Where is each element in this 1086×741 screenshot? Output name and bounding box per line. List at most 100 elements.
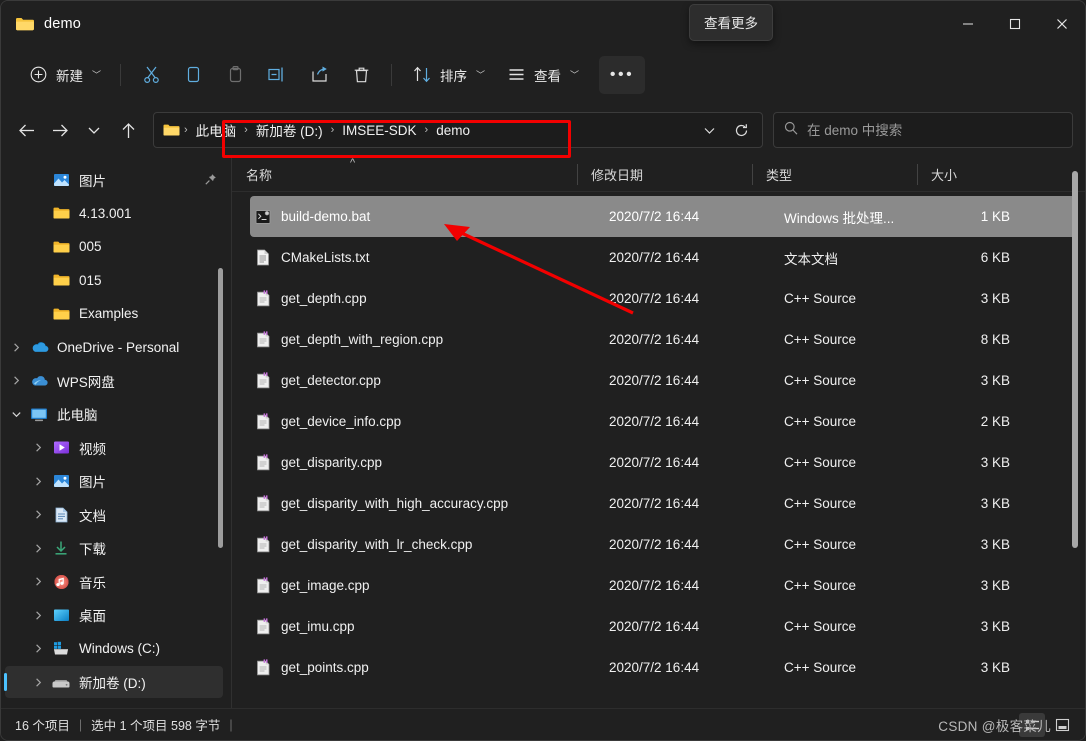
chevron-right-icon[interactable] <box>27 476 49 487</box>
back-button[interactable] <box>9 113 43 147</box>
breadcrumb-separator[interactable]: › <box>242 124 250 136</box>
file-size-cell: 3 KB <box>980 291 1010 306</box>
share-button[interactable] <box>298 57 340 93</box>
sidebar-item-6[interactable]: WPS网盘 <box>5 365 223 397</box>
search-input[interactable] <box>807 122 1062 138</box>
sidebar-item-14[interactable]: Windows (C:) <box>5 633 223 665</box>
table-row[interactable]: CMakeLists.txt 2020/7/2 16:44 文本文档 6 KB <box>250 237 1077 278</box>
maximize-button[interactable] <box>991 1 1038 47</box>
file-name-label: get_points.cpp <box>281 660 369 675</box>
table-row[interactable]: get_disparity_with_high_accuracy.cpp 2020… <box>250 483 1077 524</box>
table-row[interactable]: get_disparity_with_lr_check.cpp 2020/7/2 … <box>250 524 1077 565</box>
table-row[interactable]: get_points.cpp 2020/7/2 16:44 C++ Source 3 … <box>250 647 1077 688</box>
new-button[interactable]: 新建 ﹀ <box>17 57 111 93</box>
file-type-cell: Windows 批处理... <box>784 210 895 226</box>
chevron-right-icon[interactable] <box>27 677 49 688</box>
chevron-right-icon[interactable] <box>5 375 27 386</box>
breadcrumb-separator[interactable]: › <box>423 124 431 136</box>
table-row[interactable]: get_image.cpp 2020/7/2 16:44 C++ Source 3 K… <box>250 565 1077 606</box>
column-header-date[interactable]: 修改日期 <box>577 158 752 191</box>
file-name-label: get_depth.cpp <box>281 291 367 306</box>
file-date-cell: 2020/7/2 16:44 <box>609 619 700 634</box>
chevron-right-icon[interactable] <box>27 610 49 621</box>
chevron-right-icon[interactable] <box>27 576 49 587</box>
file-list-scrollbar-thumb[interactable] <box>1072 171 1078 548</box>
chevron-right-icon[interactable] <box>5 342 27 353</box>
sidebar-item-7[interactable]: 此电脑 <box>5 398 223 430</box>
column-header-name[interactable]: ^ 名称 <box>232 157 577 191</box>
cpp-file-icon <box>254 454 272 471</box>
sidebar-item-1[interactable]: 4.13.001 <box>5 197 223 229</box>
column-header-type[interactable]: 类型 <box>752 158 917 191</box>
sidebar-item-4[interactable]: Examples <box>5 298 223 330</box>
sidebar-item-label: 新加卷 (D:) <box>79 676 146 691</box>
chevron-right-icon[interactable] <box>27 509 49 520</box>
rename-button[interactable] <box>256 57 298 93</box>
sidebar-item-15[interactable]: 新加卷 (D:) <box>4 666 223 698</box>
forward-button[interactable] <box>43 113 77 147</box>
file-name-cell: get_depth.cpp <box>250 290 595 307</box>
table-row[interactable]: get_depth.cpp 2020/7/2 16:44 C++ Source 3 K… <box>250 278 1077 319</box>
breadcrumb-item-0[interactable]: 此电脑 <box>190 117 243 143</box>
command-bar: 新建 ﹀ 排序 ﹀ 查看 ﹀ ••• <box>1 47 1085 102</box>
pin-icon[interactable] <box>204 173 217 186</box>
table-row[interactable]: get_imu.cpp 2020/7/2 16:44 C++ Source 3 KB <box>250 606 1077 647</box>
sort-button[interactable]: 排序 ﹀ <box>401 57 495 93</box>
sidebar-item-2[interactable]: 005 <box>5 231 223 263</box>
table-row[interactable]: get_disparity.cpp 2020/7/2 16:44 C++ Sourc… <box>250 442 1077 483</box>
minimize-button[interactable] <box>944 1 991 47</box>
file-date-cell: 2020/7/2 16:44 <box>609 250 700 265</box>
sidebar-scrollbar-thumb[interactable] <box>218 268 223 548</box>
large-icons-view-icon[interactable] <box>1049 713 1075 737</box>
refresh-icon[interactable] <box>726 115 756 145</box>
chevron-down-icon[interactable] <box>694 115 724 145</box>
cpp-file-icon <box>254 577 272 594</box>
table-row[interactable]: get_depth_with_region.cpp 2020/7/2 16:44 C… <box>250 319 1077 360</box>
table-row[interactable]: get_detector.cpp 2020/7/2 16:44 C++ Source… <box>250 360 1077 401</box>
breadcrumb-item-3[interactable]: demo <box>430 120 476 141</box>
main-body: 图片 4.13.001 005 015 Examples OneDrive - Perso… <box>1 157 1085 708</box>
up-button[interactable] <box>111 113 145 147</box>
close-button[interactable] <box>1038 1 1085 47</box>
sidebar-item-12[interactable]: 音乐 <box>5 566 223 598</box>
sidebar-item-0[interactable]: 图片 <box>5 164 223 196</box>
sidebar-item-11[interactable]: 下载 <box>5 532 223 564</box>
copy-button[interactable] <box>172 57 214 93</box>
see-more-button[interactable]: ••• <box>599 55 646 94</box>
view-button[interactable]: 查看 ﹀ <box>495 57 589 93</box>
paste-button[interactable] <box>214 57 256 93</box>
sidebar-item-10[interactable]: 文档 <box>5 499 223 531</box>
file-size-cell: 6 KB <box>980 250 1010 265</box>
details-view-icon[interactable] <box>1019 712 1045 737</box>
drive-icon <box>49 676 73 689</box>
chevron-right-icon[interactable] <box>27 442 49 453</box>
breadcrumb-item-1[interactable]: 新加卷 (D:) <box>250 117 329 143</box>
table-row[interactable]: get_device_info.cpp 2020/7/2 16:44 C++ Sou… <box>250 401 1077 442</box>
sidebar-item-3[interactable]: 015 <box>5 264 223 296</box>
breadcrumb-separator[interactable]: › <box>329 124 337 136</box>
search-box[interactable] <box>773 112 1073 148</box>
file-date-cell: 2020/7/2 16:44 <box>609 373 700 388</box>
chevron-right-icon[interactable] <box>27 643 49 654</box>
column-header-size[interactable]: 大小 <box>917 158 1002 191</box>
cut-button[interactable] <box>130 57 172 93</box>
breadcrumb[interactable]: › 此电脑 › 新加卷 (D:) › IMSEE-SDK › demo <box>153 112 763 148</box>
file-date-cell: 2020/7/2 16:44 <box>609 537 700 552</box>
toolbar-divider-2 <box>391 63 393 86</box>
sidebar-item-9[interactable]: 图片 <box>5 465 223 497</box>
delete-button[interactable] <box>340 57 382 93</box>
title-bar: demo 查看更多 <box>1 1 1085 47</box>
column-header-name-label: 名称 <box>246 168 273 183</box>
table-row[interactable]: build-demo.bat 2020/7/2 16:44 Windows 批处理.… <box>250 196 1077 237</box>
sidebar-item-8[interactable]: 视频 <box>5 432 223 464</box>
toolbar-divider <box>120 63 122 86</box>
sidebar-item-13[interactable]: 桌面 <box>5 599 223 631</box>
breadcrumb-item-2[interactable]: IMSEE-SDK <box>336 120 422 141</box>
chevron-right-icon[interactable] <box>27 543 49 554</box>
delete-icon <box>350 64 372 86</box>
chevron-down-icon[interactable] <box>5 409 27 420</box>
cpp-file-icon <box>254 413 272 430</box>
sidebar-item-5[interactable]: OneDrive - Personal <box>5 331 223 363</box>
recent-locations-button[interactable] <box>77 113 111 147</box>
wpscloud-icon <box>27 374 51 388</box>
